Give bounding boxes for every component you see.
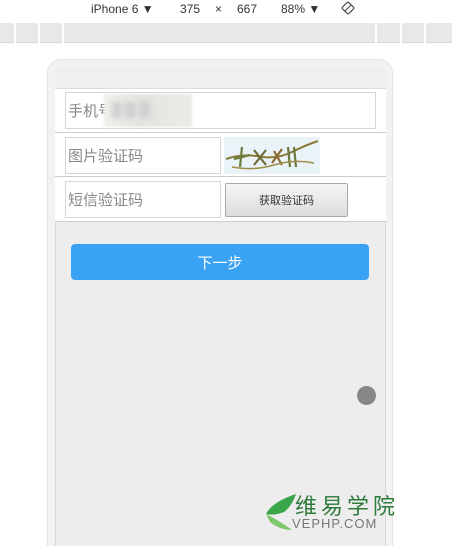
rotate-icon[interactable] [341,1,355,15]
captcha-image[interactable] [224,137,320,174]
image-code-input[interactable] [65,137,221,174]
device-label: iPhone 6 [91,2,139,16]
sms-code-input[interactable] [65,181,221,218]
next-step-button[interactable]: 下一步 [71,244,369,280]
caret-down-icon: ▼ [308,2,321,16]
watermark-subtitle: VEPHP.COM [292,516,378,531]
get-sms-code-button[interactable]: 获取验证码 [225,183,348,217]
zoom-label: 88% [281,2,306,16]
redacted-phone-number [104,94,192,127]
media-query-ruler [0,23,452,43]
floating-action-button[interactable] [357,386,376,405]
viewport-width[interactable]: 375 [180,2,200,16]
page-header [55,66,386,89]
viewport-height[interactable]: 667 [237,2,257,16]
caret-down-icon: ▼ [141,2,154,16]
watermark: 维易学院 VEPHP.COM [262,488,437,536]
zoom-select[interactable]: 88% ▼ [281,2,320,16]
dimension-separator: × [215,2,223,16]
device-select[interactable]: iPhone 6 ▼ [91,2,154,16]
devtools-toolbar: iPhone 6 ▼ 375 × 667 88% ▼ [0,0,452,20]
